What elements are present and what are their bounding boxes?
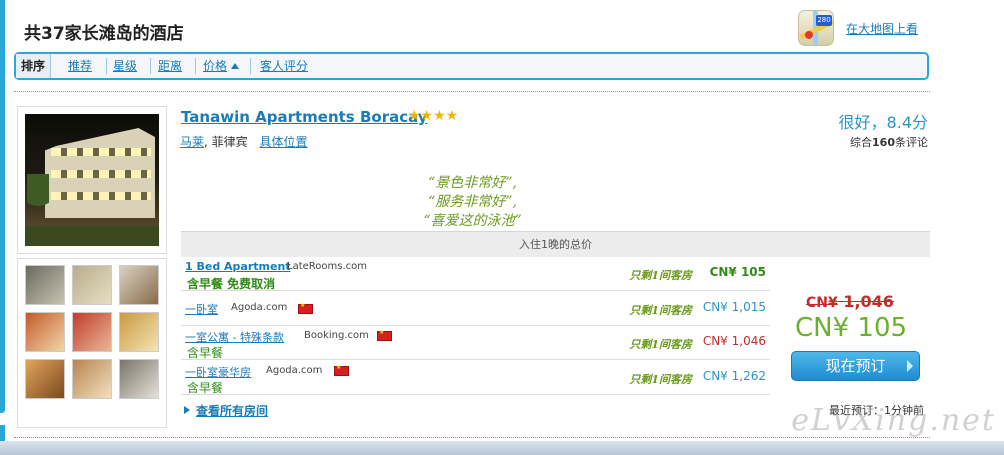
room-link[interactable]: 一卧室 [185, 301, 218, 317]
room-link[interactable]: 一卧室豪华房 [185, 364, 251, 380]
review-quote: “景色非常好”, [428, 175, 517, 191]
thumbnail[interactable] [72, 312, 112, 352]
sort-distance[interactable]: 距离 [158, 54, 182, 78]
hotel-location: 马莱, 菲律宾 具体位置 [180, 133, 308, 150]
location-area-link[interactable]: 马莱 [180, 135, 204, 149]
availability-note: 只剩1间客房 [629, 269, 692, 282]
view-on-map-link[interactable]: 在大地图上看 [846, 20, 918, 37]
view-all-rooms-link[interactable]: 查看所有房间 [184, 402, 268, 419]
room-link[interactable]: 一室公寓 - 特殊条款 [185, 329, 284, 345]
divider [14, 91, 930, 92]
hotel-main-photo[interactable] [17, 106, 167, 254]
china-flag-icon [334, 364, 349, 376]
sort-bar: 排序 推荐 星级 距离 价格 客人评分 [14, 52, 929, 80]
best-price: CN¥ 105 [795, 313, 908, 343]
triangle-right-icon [184, 406, 190, 414]
arrow-right-icon [907, 360, 913, 372]
results-title: 共37家长滩岛的酒店 [24, 24, 184, 44]
guest-rating[interactable]: 很好，8.4分 [839, 109, 928, 133]
hotel-thumbnails [17, 258, 167, 428]
thumbnail[interactable] [119, 359, 159, 399]
room-perks: 含早餐 [187, 346, 224, 360]
sort-label: 排序 [16, 54, 51, 78]
price-header: 入住1晚的总价 [181, 231, 930, 257]
hotel-name-link[interactable]: Tanawin Apartments Boracay [181, 108, 428, 126]
room-link[interactable]: 1 Bed Apartment [185, 260, 291, 273]
review-quote: “喜爱这的泳池” [423, 213, 522, 229]
review-count: 综合160条评论 [850, 136, 928, 149]
china-flag-icon [298, 302, 313, 314]
thumbnail[interactable] [25, 265, 65, 305]
map-icon[interactable]: 280 [798, 10, 834, 46]
offer-price[interactable]: CN¥ 1,015 [703, 300, 766, 314]
review-quote: “服务非常好”, [428, 194, 517, 210]
room-perks: 含早餐 免费取消 [187, 277, 276, 291]
china-flag-icon [377, 329, 392, 341]
sort-asc-icon [231, 63, 240, 69]
offer-row[interactable]: 一室公寓 - 特殊条款 Booking.com 含早餐 只剩1间客房 CN¥ 1… [181, 326, 770, 360]
thumbnail[interactable] [25, 312, 65, 352]
location-country: , 菲律宾 [204, 135, 248, 149]
thumbnail[interactable] [25, 359, 65, 399]
sort-recommended[interactable]: 推荐 [68, 54, 92, 78]
availability-note: 只剩1间客房 [629, 304, 692, 317]
offer-price[interactable]: CN¥ 1,046 [703, 334, 766, 348]
booking-site: LateRooms.com [287, 261, 367, 272]
offer-row[interactable]: 一卧室 Agoda.com 只剩1间客房 CN¥ 1,015 [181, 292, 770, 326]
sort-price[interactable]: 价格 [203, 54, 240, 78]
offer-price[interactable]: CN¥ 105 [710, 265, 766, 279]
location-detail-link[interactable]: 具体位置 [259, 135, 307, 149]
watermark: eLvXing.net [791, 403, 996, 438]
room-perks: 含早餐 [187, 381, 224, 395]
thumbnail[interactable] [72, 265, 112, 305]
sort-stars[interactable]: 星级 [113, 54, 137, 78]
map-badge: 280 [816, 15, 832, 26]
booking-site: Booking.com [304, 330, 369, 341]
offer-price[interactable]: CN¥ 1,262 [703, 369, 766, 383]
star-rating: ★★★★ [408, 108, 459, 124]
availability-note: 只剩1间客房 [629, 338, 692, 351]
taskbar-strip [0, 441, 1004, 455]
sort-guest-rating[interactable]: 客人评分 [260, 54, 308, 78]
booking-site: Agoda.com [266, 365, 323, 376]
sort-price-label[interactable]: 价格 [203, 59, 227, 73]
thumbnail[interactable] [119, 312, 159, 352]
book-now-button[interactable]: 现在预订 [791, 351, 920, 381]
offer-row[interactable]: 一卧室豪华房 Agoda.com 含早餐 只剩1间客房 CN¥ 1,262 [181, 361, 770, 395]
original-price: CN¥ 1,046 [806, 292, 894, 311]
thumbnail[interactable] [119, 265, 159, 305]
booking-site: Agoda.com [231, 302, 288, 313]
thumbnail[interactable] [72, 359, 112, 399]
left-accent-bar [0, 0, 5, 413]
offer-row[interactable]: 1 Bed Apartment LateRooms.com 含早餐 免费取消 只… [181, 257, 770, 291]
availability-note: 只剩1间客房 [629, 373, 692, 386]
